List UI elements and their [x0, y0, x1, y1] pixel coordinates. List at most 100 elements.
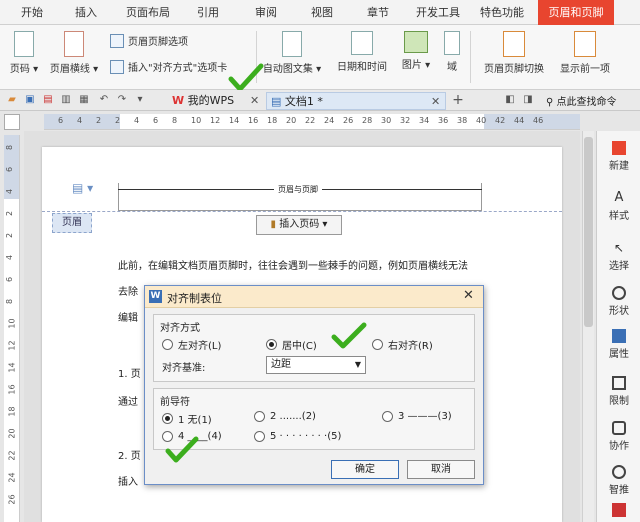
document-icon: ▤ [271, 95, 282, 108]
panel-new[interactable]: 新建 [597, 141, 640, 172]
tab-view[interactable]: 视图 [300, 0, 344, 25]
panel-select[interactable]: ↖ 选择 [597, 241, 640, 272]
format-icon[interactable]: ◨ [522, 94, 534, 106]
close-icon[interactable]: ✕ [431, 93, 440, 111]
radio-left-align[interactable]: 左对齐(L) [162, 337, 221, 352]
radio-leader-line[interactable]: 3 ———(3) [382, 411, 452, 422]
radio-circle[interactable] [254, 431, 265, 442]
radio-right-align[interactable]: 右对齐(R) [372, 337, 433, 352]
save-icon[interactable]: ▣ [24, 94, 36, 106]
right-task-panel: 新建 A 样式 ↖ 选择 形状 属性 限制 协作 智推 [596, 131, 640, 522]
header-tag: 页眉 [52, 213, 92, 233]
tab-chapter[interactable]: 章节 [356, 0, 400, 25]
group-label: 对齐方式 [160, 323, 200, 334]
radio-circle[interactable] [372, 339, 383, 350]
open-folder-icon[interactable]: ▰ [6, 94, 18, 106]
ruler-tick-label: 6 [153, 116, 159, 125]
green-check-icon [331, 322, 367, 349]
ruler-tick-label: 2 [115, 116, 121, 125]
tab-developer[interactable]: 开发工具 [410, 0, 466, 25]
panel-toolbox[interactable] [597, 503, 640, 519]
tab-header-footer[interactable]: 页眉和页脚 [538, 0, 614, 25]
ruler-tick-label: 42 [495, 116, 506, 125]
vertical-scrollbar[interactable] [582, 131, 594, 522]
header-footer-options-button[interactable]: 页眉页脚选项 [110, 33, 188, 48]
base-select[interactable]: 边距 ▼ [266, 356, 366, 374]
radio-leader-middot[interactable]: 5 · · · · · · · ·(5) [254, 431, 341, 442]
body-line: 通过 [118, 397, 138, 408]
cancel-button[interactable]: 取消 [407, 460, 475, 479]
more-icon[interactable]: ▾ [134, 94, 146, 106]
radio-leader-none[interactable]: 1 无(1) [162, 411, 212, 426]
print-icon[interactable]: ▥ [60, 94, 72, 106]
tab-insert[interactable]: 插入 [64, 0, 108, 25]
tab-references[interactable]: 引用 [186, 0, 230, 25]
export-pdf-icon[interactable]: ▤ [42, 94, 54, 106]
radio-leader-dots[interactable]: 2 .......(2) [254, 411, 316, 422]
radio-circle[interactable] [162, 339, 173, 350]
insert-page-number-button[interactable]: ▮ 插入页码 ▾ [256, 215, 342, 235]
radio-circle[interactable] [162, 413, 173, 424]
page-number-button[interactable]: 页码 ▾ [6, 31, 42, 75]
print-preview-icon[interactable]: ▦ [78, 94, 90, 106]
radio-circle[interactable] [254, 411, 265, 422]
ruler-tick-label: 8 [172, 116, 178, 125]
radio-circle[interactable] [266, 339, 277, 350]
ruler-tick-label: 32 [400, 116, 411, 125]
align-tab-icon [110, 59, 124, 74]
picture-button[interactable]: 图片 ▾ [396, 31, 436, 71]
doc-icon[interactable]: ▤ ▾ [72, 181, 93, 195]
auto-doc-set-button[interactable]: 自动图文集 ▾ [262, 31, 322, 75]
tab-page-layout[interactable]: 页面布局 [120, 0, 176, 25]
ruler-tick-label: 2 [5, 232, 15, 239]
body-paragraph: 此前，在编辑文档页眉页脚时，往往会遇到一些棘手的问题，例如页眉横线无法 [118, 261, 468, 272]
ruler-tick-label: 28 [362, 116, 373, 125]
command-search[interactable]: ⚲ 点此查找命令 [546, 93, 617, 108]
header-text: 页眉与页脚 [278, 185, 318, 194]
options-icon [110, 33, 124, 48]
ruler-corner[interactable] [4, 114, 20, 130]
close-icon[interactable]: ✕ [250, 92, 259, 110]
new-icon [612, 141, 626, 155]
tab-special[interactable]: 特色功能 [474, 0, 530, 25]
radio-center-align[interactable]: 居中(C) [266, 337, 317, 352]
tab-review[interactable]: 审阅 [244, 0, 288, 25]
ruler-tick-label: 14 [7, 362, 17, 373]
header-footer-switch-button[interactable]: 页眉页脚切换 [478, 31, 550, 75]
add-tab-icon[interactable]: + [452, 93, 464, 107]
toolbox-icon [612, 503, 626, 517]
undo-icon[interactable]: ↶ [98, 94, 110, 106]
tab-document[interactable]: ▤ 文档1 * ✕ [266, 92, 446, 110]
ruler-tick-label: 36 [438, 116, 449, 125]
show-prev-button[interactable]: 显示前一项 [554, 31, 616, 75]
panel-property[interactable]: 属性 [597, 329, 640, 360]
redo-icon[interactable]: ↷ [116, 94, 128, 106]
tool-icon[interactable]: ◧ [504, 94, 516, 106]
radio-circle[interactable] [382, 411, 393, 422]
vertical-ruler[interactable]: 8 6 4 2 2 4 6 8 10 12 14 16 18 20 22 24 26 [4, 135, 20, 522]
panel-collaborate[interactable]: 协作 [597, 421, 640, 452]
header-line-button[interactable]: 页眉横线 ▾ [48, 31, 100, 75]
ok-button[interactable]: 确定 [331, 460, 399, 479]
ruler-tick-label: 26 [7, 494, 17, 505]
horizontal-ruler[interactable]: 6 4 2 2 4 6 8 10 12 14 16 18 20 22 24 26 28 30 32 34 36 38 40 4… [44, 114, 580, 130]
insert-align-tab-button[interactable]: 插入"对齐方式"选项卡 [110, 59, 227, 74]
panel-shape[interactable]: 形状 [597, 286, 640, 317]
scrollbar-thumb[interactable] [584, 137, 593, 327]
tab-my-wps[interactable]: W 我的WPS ✕ [168, 92, 264, 110]
switch-icon [503, 31, 525, 57]
panel-restrict[interactable]: 限制 [597, 376, 640, 407]
leader-group: 前导符 1 无(1) 2 .......(2) 3 ———(3) 4 ____(… [153, 388, 475, 450]
ribbon: 页码 ▾ 页眉横线 ▾ 页眉页脚选项 插入"对齐方式"选项卡 自动图文集 ▾ 日… [0, 25, 640, 92]
header-rule [118, 189, 274, 190]
ruler-tick-label: 10 [191, 116, 202, 125]
close-icon[interactable]: ✕ [463, 288, 474, 303]
ruler-tick-label: 12 [7, 340, 17, 351]
date-time-button[interactable]: 日期和时间 [332, 31, 392, 73]
panel-style[interactable]: A 样式 [597, 191, 640, 223]
tab-home[interactable]: 开始 [10, 0, 54, 25]
dialog-title-bar[interactable]: W 对齐制表位 ✕ [145, 286, 483, 308]
ruler-tick-label: 4 [5, 254, 15, 261]
field-button[interactable]: 域 [440, 31, 464, 73]
panel-recommend[interactable]: 智推 [597, 465, 640, 496]
